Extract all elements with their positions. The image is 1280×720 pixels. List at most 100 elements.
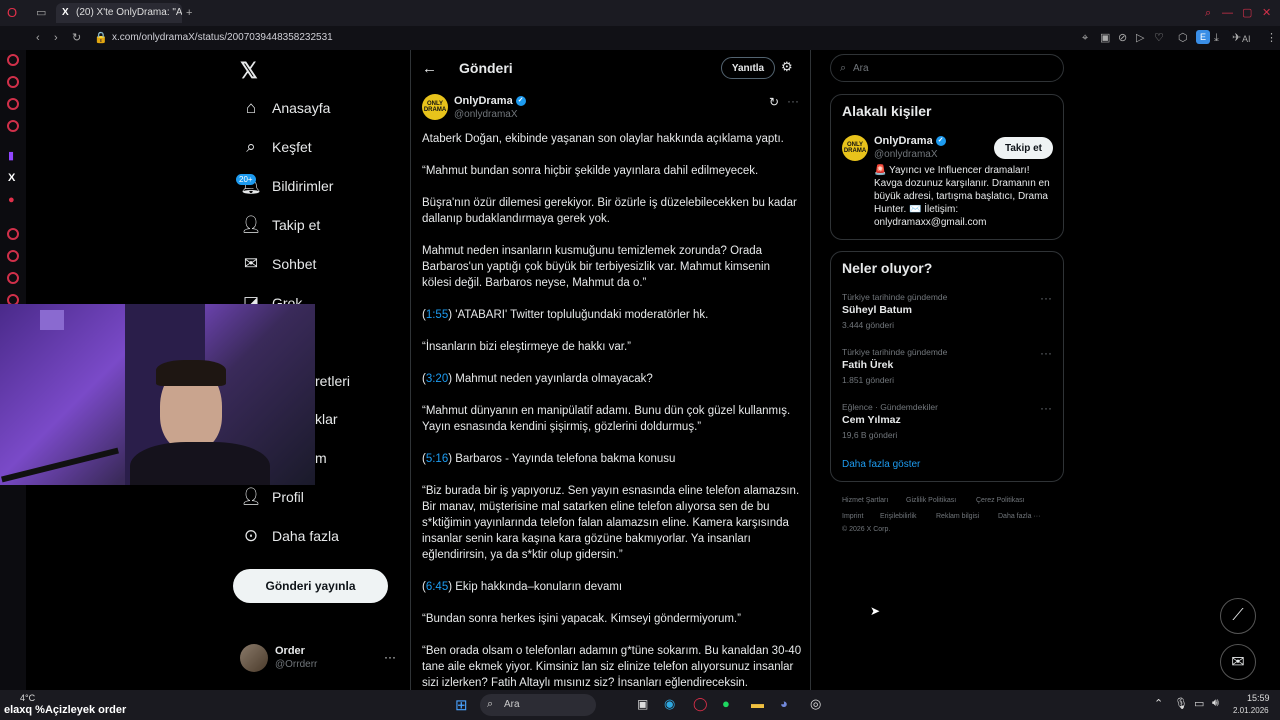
post-more-icon[interactable]: ··· [787, 94, 799, 108]
trend-more-icon[interactable]: ··· [1040, 291, 1052, 305]
play-icon[interactable]: ▷ [1136, 32, 1144, 44]
back-icon[interactable]: ‹ [36, 32, 40, 44]
settings-sliders-icon[interactable]: ⚙ [781, 59, 793, 75]
task-view-icon[interactable]: ▣ [637, 697, 648, 711]
reload-icon[interactable]: ↻ [72, 32, 81, 44]
extensions-icon[interactable]: ⬡ [1178, 32, 1188, 44]
nav-item-communities[interactable]: klar [315, 406, 338, 432]
nav-item-bookmarks[interactable]: retleri [315, 368, 350, 394]
footer-link[interactable]: Reklam bilgisi [936, 513, 979, 520]
account-menu-icon[interactable]: ··· [384, 650, 396, 664]
nav-item-premium[interactable]: m [315, 445, 327, 471]
x-sidebar-icon[interactable]: X [8, 172, 15, 184]
windows-start-icon[interactable]: ⊞ [455, 696, 468, 714]
aria-icon[interactable]: ✈ [1232, 32, 1241, 44]
maximize-icon[interactable]: ▢ [1242, 7, 1252, 19]
search-icon[interactable]: ⌕ [1205, 7, 1211, 19]
trend-more-icon[interactable]: ··· [1040, 401, 1052, 415]
trend-name[interactable]: Süheyl Batum [842, 304, 912, 316]
footer-link[interactable]: Çerez Politikası [976, 497, 1025, 504]
timestamp-link[interactable]: 3:20 [426, 373, 448, 385]
nav-item-more[interactable]: ⊙ Daha fazla [240, 523, 339, 549]
ai-label[interactable]: AI [1242, 33, 1251, 45]
related-name[interactable]: OnlyDrama [874, 135, 933, 147]
menu-icon[interactable]: ⋮ [1266, 32, 1277, 44]
pin-icon[interactable]: ⌖ [1082, 32, 1088, 44]
forward-icon[interactable]: › [54, 32, 58, 44]
youtube-icon[interactable]: ● [8, 194, 15, 206]
back-arrow-icon[interactable]: ← [422, 60, 437, 77]
show-more-link[interactable]: Daha fazla göster [842, 459, 920, 470]
footer-link[interactable]: Gizlilik Politikası [906, 497, 956, 504]
sidebar-app-3-icon[interactable] [7, 98, 19, 110]
nav-label: Daha fazla [272, 528, 339, 544]
opera-taskbar-icon[interactable]: ◯ [693, 696, 708, 712]
weather-temp[interactable]: 4°C [20, 693, 35, 703]
timestamp-link[interactable]: 5:16 [426, 453, 448, 465]
nav-item-profile[interactable]: 👤︎ Profil [240, 484, 304, 510]
related-name-row[interactable]: OnlyDrama ✓ [874, 135, 946, 147]
download-icon[interactable]: ⤓ [1214, 32, 1219, 44]
trend-more-icon[interactable]: ··· [1040, 346, 1052, 360]
new-tab-icon[interactable]: + [186, 7, 192, 19]
follow-button[interactable]: Takip et [994, 137, 1053, 159]
timestamp-link[interactable]: 6:45 [426, 581, 448, 593]
grok-fab-icon[interactable]: ⟋ [1220, 598, 1256, 634]
person-add-icon: 👤︎ [240, 215, 262, 234]
tabs-icon[interactable]: ▭ [36, 7, 46, 19]
sidebar-app-5-icon[interactable] [7, 228, 19, 240]
snapshot-icon[interactable]: ▣ [1100, 32, 1110, 44]
grok-analyze-icon[interactable]: ↻ [769, 95, 779, 109]
account-name[interactable]: Order [275, 645, 305, 657]
network-icon[interactable]: ▭ [1194, 697, 1204, 710]
footer-link[interactable]: Daha fazla ··· [998, 513, 1040, 520]
extension-e-icon[interactable]: E [1196, 30, 1210, 44]
search-input[interactable]: ⌕ Ara [830, 54, 1064, 82]
file-explorer-icon[interactable]: ▬ [751, 696, 764, 711]
reply-button[interactable]: Yanıtla [721, 57, 775, 79]
author-avatar[interactable]: ONLY DRAMA [422, 94, 448, 120]
footer-link[interactable]: Imprint [842, 513, 863, 520]
nav-item-messages[interactable]: ✉ Sohbet [240, 251, 317, 277]
nav-item-home[interactable]: ⌂ Anasayfa [240, 95, 331, 121]
browser-tab[interactable]: X (20) X'te OnlyDrama: "Atab [56, 3, 182, 23]
twitch-icon[interactable]: ▮ [8, 150, 14, 162]
edge-icon[interactable]: ◉ [664, 696, 675, 712]
clock-time[interactable]: 15:59 [1247, 693, 1270, 703]
sidebar-app-1-icon[interactable] [7, 54, 19, 66]
adblock-icon[interactable]: ⊘ [1118, 32, 1127, 44]
sidebar-app-4-icon[interactable] [7, 120, 19, 132]
nav-item-follow[interactable]: 👤︎ Takip et [240, 212, 320, 238]
messages-fab-icon[interactable]: ✉ [1220, 644, 1256, 680]
author-name[interactable]: OnlyDrama [454, 95, 513, 107]
tray-chevron-icon[interactable]: ⌃ [1154, 697, 1163, 710]
url-field[interactable]: x.com/onlydramaX/status/2007039448358232… [112, 32, 333, 43]
footer-link[interactable]: Hizmet Şartları [842, 497, 888, 504]
trend-name[interactable]: Fatih Ürek [842, 359, 893, 371]
sidebar-app-7-icon[interactable] [7, 272, 19, 284]
app-icon[interactable]: ◎ [810, 696, 821, 712]
discord-icon[interactable]: ◕ [780, 696, 788, 711]
spotify-icon[interactable]: ● [722, 696, 730, 711]
post-button[interactable]: Gönderi yayınla [233, 569, 388, 603]
paragraph-text: ) Barbaros - Yayında telefona bakma konu… [448, 453, 676, 465]
heart-icon[interactable]: ♡ [1154, 32, 1164, 44]
timestamp-link[interactable]: 1:55 [426, 309, 448, 321]
close-icon[interactable]: ✕ [1262, 7, 1271, 19]
trend-name[interactable]: Cem Yılmaz [842, 414, 901, 426]
footer-link[interactable]: Erişilebilirlik [880, 513, 917, 520]
nav-item-explore[interactable]: ⌕ Keşfet [240, 134, 311, 160]
sidebar-app-2-icon[interactable] [7, 76, 19, 88]
author-handle[interactable]: @onlydramaX [454, 109, 518, 120]
sidebar-app-6-icon[interactable] [7, 250, 19, 262]
account-avatar[interactable] [240, 644, 268, 672]
minimize-icon[interactable]: — [1222, 7, 1233, 19]
opera-logo-icon[interactable]: O [7, 6, 17, 19]
microphone-icon[interactable]: 🎙︎ [1174, 697, 1188, 710]
related-avatar[interactable]: ONLY DRAMA [842, 135, 868, 161]
volume-icon[interactable]: 🔊︎ [1212, 697, 1219, 710]
author-name-row[interactable]: OnlyDrama ✓ [454, 95, 526, 107]
clock-date[interactable]: 2.01.2026 [1233, 706, 1269, 715]
x-logo-icon[interactable]: 𝕏 [240, 58, 258, 84]
taskbar-search[interactable]: ⌕ Ara [480, 694, 596, 716]
